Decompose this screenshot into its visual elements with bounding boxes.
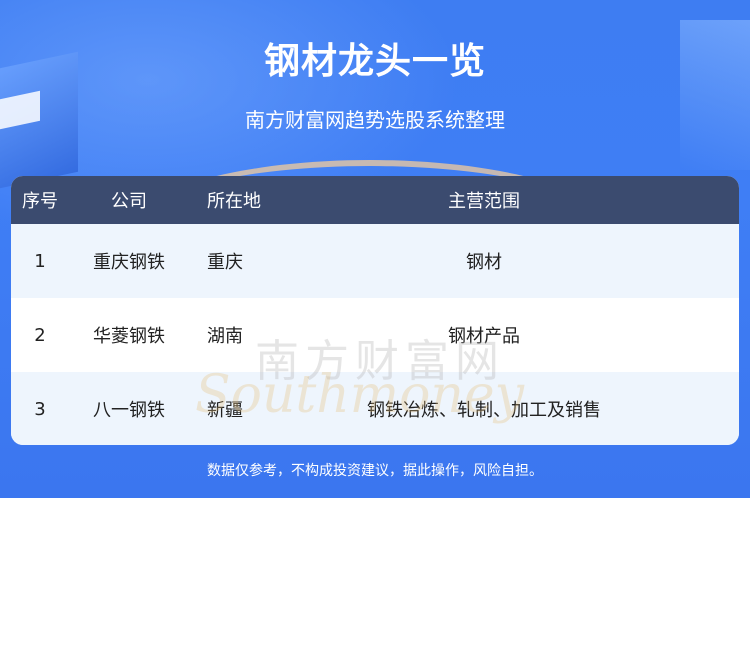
disclaimer-text: 数据仅参考，不构成投资建议，据此操作，风险自担。	[207, 463, 543, 479]
row-location: 重庆	[207, 252, 243, 273]
table-row: 1 重庆钢铁 重庆 钢材	[11, 224, 739, 298]
column-header-business: 主营范围	[448, 191, 520, 212]
row-index: 3	[34, 398, 46, 420]
column-header-index: 序号	[22, 191, 58, 212]
row-index: 1	[34, 250, 46, 272]
table-header: 序号 公司 所在地 主营范围	[11, 176, 739, 224]
table-row: 3 八一钢铁 新疆 钢铁冶炼、轧制、加工及销售	[11, 372, 739, 445]
row-location: 新疆	[207, 400, 243, 421]
header-banner: 钢材龙头一览 南方财富网趋势选股系统整理 序号 公司 所在地 主营范围 1 重庆…	[0, 0, 750, 498]
row-company: 重庆钢铁	[93, 252, 165, 273]
column-header-company: 公司	[111, 191, 147, 212]
column-header-location: 所在地	[207, 191, 261, 212]
row-business: 钢铁冶炼、轧制、加工及销售	[367, 400, 601, 421]
row-index: 2	[34, 324, 46, 346]
row-company: 八一钢铁	[93, 400, 165, 421]
table-row: 2 华菱钢铁 湖南 钢材产品	[11, 298, 739, 372]
page-title: 钢材龙头一览	[263, 41, 486, 82]
page-subtitle: 南方财富网趋势选股系统整理	[245, 108, 505, 132]
row-location: 湖南	[207, 326, 243, 347]
row-company: 华菱钢铁	[93, 326, 165, 347]
row-business: 钢材	[466, 252, 502, 273]
leaders-table: 序号 公司 所在地 主营范围 1 重庆钢铁 重庆 钢材 2 华菱钢铁 湖南 钢材…	[11, 176, 739, 445]
row-business: 钢材产品	[448, 326, 520, 347]
